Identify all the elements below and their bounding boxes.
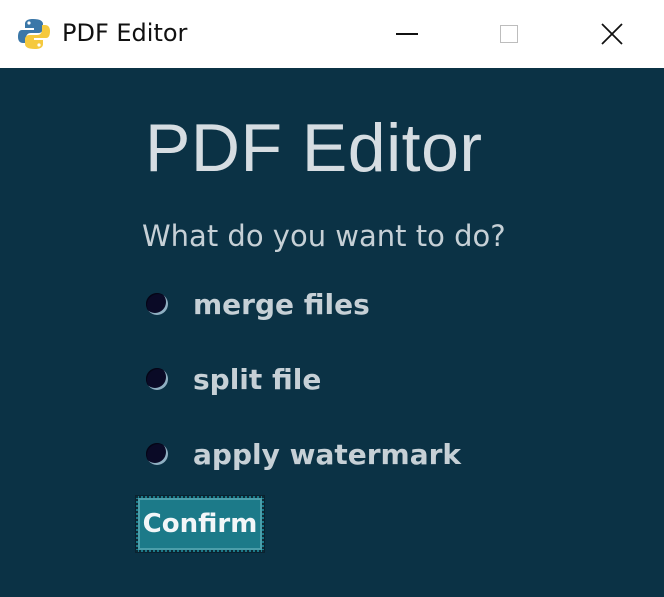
option-label[interactable]: apply watermark [193,438,461,471]
option-merge-files[interactable]: merge files [146,284,370,324]
option-label[interactable]: merge files [193,288,370,321]
radio-button-apply-watermark[interactable] [146,443,168,465]
radio-button-merge-files[interactable] [146,293,168,315]
radio-button-split-file[interactable] [146,368,168,390]
maximize-icon [500,25,518,43]
option-label[interactable]: split file [193,363,321,396]
confirm-button[interactable]: Confirm [136,496,264,552]
app-window: PDF Editor PDF Editor What do you want t… [0,0,664,597]
option-split-file[interactable]: split file [146,359,321,399]
question-label: What do you want to do? [142,219,506,253]
page-title: PDF Editor [145,110,483,186]
python-logo-icon [18,19,50,49]
minimize-icon [396,33,418,35]
option-apply-watermark[interactable]: apply watermark [146,434,461,474]
minimize-button[interactable] [357,0,457,68]
close-icon [601,23,623,45]
title-bar[interactable]: PDF Editor [0,0,664,68]
maximize-button[interactable] [459,0,559,68]
main-panel: PDF Editor What do you want to do? merge… [0,68,664,597]
close-button[interactable] [562,0,662,68]
window-title: PDF Editor [62,19,188,47]
